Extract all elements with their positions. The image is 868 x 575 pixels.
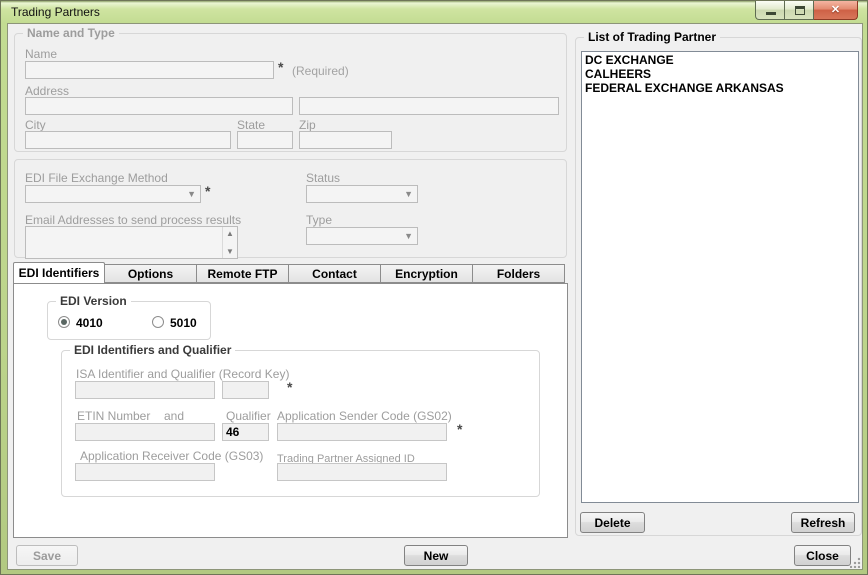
close-button[interactable]: Close bbox=[794, 545, 851, 566]
scroll-up-icon: ▲ bbox=[223, 229, 237, 238]
delete-button[interactable]: Delete bbox=[580, 512, 645, 533]
client-area: Name and Type Name * (Required) Address … bbox=[7, 23, 863, 570]
radio-5010-label[interactable]: 5010 bbox=[170, 316, 197, 330]
tab-edi-identifiers[interactable]: EDI Identifiers bbox=[13, 262, 105, 283]
sender-required-asterisk: * bbox=[457, 421, 462, 437]
zip-label: Zip bbox=[299, 118, 316, 132]
tab-strip: EDI Identifiers Options Remote FTP Conta… bbox=[13, 262, 565, 283]
edi-version-group-label: EDI Version bbox=[56, 294, 131, 308]
method-required-asterisk: * bbox=[205, 183, 210, 199]
name-and-type-group-label: Name and Type bbox=[23, 26, 119, 40]
close-window-button[interactable]: ✕ bbox=[814, 1, 858, 20]
minimize-button[interactable] bbox=[755, 1, 785, 20]
tab-options[interactable]: Options bbox=[105, 264, 197, 283]
edi-version-group: EDI Version 4010 5010 bbox=[47, 301, 211, 340]
chevron-down-icon: ▼ bbox=[404, 189, 413, 200]
refresh-button[interactable]: Refresh bbox=[791, 512, 855, 533]
new-button[interactable]: New bbox=[404, 545, 468, 566]
edi-file-exchange-method-dropdown: ▼ bbox=[25, 185, 201, 203]
zip-input bbox=[299, 131, 392, 149]
tab-encryption[interactable]: Encryption bbox=[381, 264, 473, 283]
list-item[interactable]: FEDERAL EXCHANGE ARKANSAS bbox=[582, 81, 858, 95]
trading-partner-assigned-id-input bbox=[277, 463, 447, 481]
list-of-trading-partner-label: List of Trading Partner bbox=[584, 30, 720, 44]
application-receiver-code-input bbox=[75, 463, 215, 481]
address-label: Address bbox=[25, 84, 69, 98]
list-item[interactable]: DC EXCHANGE bbox=[582, 53, 858, 67]
name-and-type-group: Name and Type Name * (Required) Address … bbox=[14, 33, 567, 152]
etin-number-label: ETIN Number bbox=[77, 409, 150, 423]
name-label: Name bbox=[25, 47, 57, 61]
edi-file-exchange-method-label: EDI File Exchange Method bbox=[25, 171, 168, 185]
qualifier-label: Qualifier bbox=[226, 409, 271, 423]
title-bar[interactable]: Trading Partners ✕ bbox=[1, 1, 867, 23]
type-dropdown: ▼ bbox=[306, 227, 418, 245]
radio-4010-label[interactable]: 4010 bbox=[76, 316, 103, 330]
edi-identifiers-and-qualifier-group: EDI Identifiers and Qualifier ISA Identi… bbox=[61, 350, 540, 497]
required-note: (Required) bbox=[292, 64, 349, 78]
resize-grip[interactable] bbox=[850, 557, 861, 568]
chevron-down-icon: ▼ bbox=[404, 231, 413, 242]
application-sender-code-input bbox=[277, 423, 447, 441]
edi-identifiers-tab-panel: EDI Version 4010 5010 EDI Identifiers an… bbox=[13, 283, 568, 538]
email-addresses-textarea: ▲ ▼ bbox=[25, 226, 238, 259]
edi-identifiers-and-qualifier-group-label: EDI Identifiers and Qualifier bbox=[70, 343, 235, 357]
etin-number-input bbox=[75, 423, 215, 441]
status-label: Status bbox=[306, 171, 340, 185]
state-input bbox=[237, 131, 293, 149]
trading-partner-listbox[interactable]: DC EXCHANGE CALHEERS FEDERAL EXCHANGE AR… bbox=[581, 51, 859, 503]
isa-required-asterisk: * bbox=[287, 379, 292, 395]
radio-5010[interactable] bbox=[152, 316, 164, 328]
tab-remote-ftp[interactable]: Remote FTP bbox=[197, 264, 289, 283]
type-label: Type bbox=[306, 213, 332, 227]
isa-identifier-label: ISA Identifier and Qualifier (Record Key… bbox=[76, 367, 289, 381]
maximize-button[interactable] bbox=[785, 1, 814, 20]
city-input bbox=[25, 131, 231, 149]
city-label: City bbox=[25, 118, 46, 132]
state-label: State bbox=[237, 118, 265, 132]
tab-folders[interactable]: Folders bbox=[473, 264, 565, 283]
qualifier-input bbox=[222, 423, 269, 441]
tab-contact[interactable]: Contact bbox=[289, 264, 381, 283]
trading-partners-window: Trading Partners ✕ Name and Type Name * … bbox=[0, 0, 868, 575]
close-icon: ✕ bbox=[814, 3, 857, 16]
caption-button-group: ✕ bbox=[755, 1, 858, 20]
name-input bbox=[25, 61, 274, 79]
minimize-icon bbox=[766, 12, 776, 15]
name-required-asterisk: * bbox=[278, 59, 283, 75]
chevron-down-icon: ▼ bbox=[187, 189, 196, 200]
scroll-down-icon: ▼ bbox=[223, 247, 237, 256]
list-item[interactable]: CALHEERS bbox=[582, 67, 858, 81]
email-addresses-label: Email Addresses to send process results bbox=[25, 213, 241, 227]
application-receiver-code-label: Application Receiver Code (GS03) bbox=[80, 449, 263, 463]
exchange-settings-group: EDI File Exchange Method ▼ * Status ▼ Em… bbox=[14, 159, 567, 258]
isa-identifier-input bbox=[75, 381, 215, 399]
address-line2-input bbox=[299, 97, 559, 115]
save-button: Save bbox=[16, 545, 78, 566]
window-title: Trading Partners bbox=[11, 5, 100, 19]
and-label: and bbox=[164, 409, 184, 423]
application-sender-code-label: Application Sender Code (GS02) bbox=[277, 409, 452, 423]
textarea-scrollbar: ▲ ▼ bbox=[222, 227, 237, 258]
radio-4010[interactable] bbox=[58, 316, 70, 328]
status-dropdown: ▼ bbox=[306, 185, 418, 203]
isa-qualifier-input bbox=[222, 381, 269, 399]
maximize-icon bbox=[795, 6, 805, 15]
address-line1-input bbox=[25, 97, 293, 115]
list-of-trading-partner-group: List of Trading Partner DC EXCHANGE CALH… bbox=[575, 37, 862, 536]
